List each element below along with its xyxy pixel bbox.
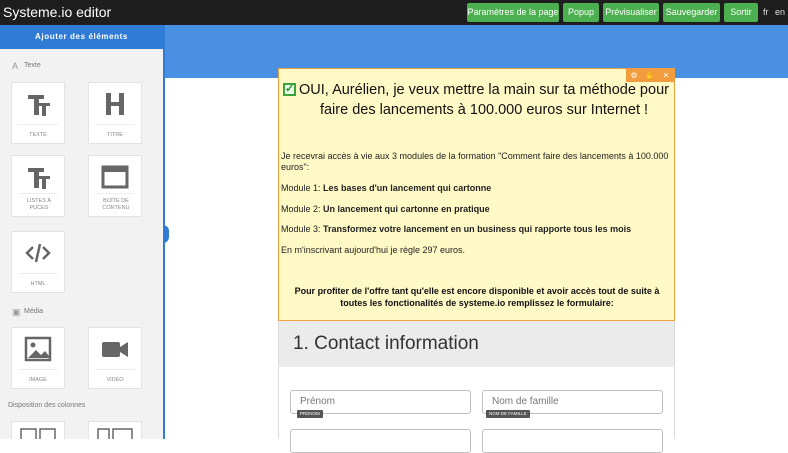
tile-image[interactable]: IMAGE: [11, 327, 65, 389]
text-style-icon: [12, 89, 64, 124]
checkbox-check-icon: ✓: [283, 83, 296, 96]
module-prefix: Module 1:: [281, 183, 321, 193]
section-columns: Disposition des colonnes: [0, 397, 163, 415]
optin-block[interactable]: ⚙ ✋ ✕ ✓ OUI, Aurélien, je veux mettre la…: [278, 68, 675, 321]
section-media: ▣ Média: [0, 303, 163, 321]
tile-boite[interactable]: BOÎTE DE CONTENU: [88, 155, 142, 217]
module-prefix: Module 3:: [281, 224, 321, 234]
tile-divider: [95, 369, 135, 370]
module-line: Module 3: Transformez votre lancement en…: [281, 224, 673, 235]
text-icon: A: [12, 61, 19, 71]
tile-divider: [18, 124, 58, 125]
contact-section-header: 1. Contact information: [278, 321, 675, 367]
content-box-icon: [89, 162, 141, 197]
app-title: Systeme.io editor: [3, 4, 112, 20]
module-title: Les bases d'un lancement qui cartonne: [323, 183, 492, 193]
tile-label: HTML: [30, 281, 46, 287]
tile-label: TEXTE: [29, 132, 47, 138]
module-title: Transformez votre lancement en un busine…: [323, 224, 632, 234]
tile-texte[interactable]: TEXTE: [11, 82, 65, 144]
module-title: Un lancement qui cartonne en pratique: [323, 204, 490, 214]
contact-form: Prénom PRÉNOM Nom de famille NOM DE FAMI…: [278, 367, 675, 453]
section-media-label: Média: [24, 308, 44, 315]
tile-listes[interactable]: LISTES À PUCES: [11, 155, 65, 217]
tile-label: LISTES À PUCES: [26, 198, 52, 211]
intro-text: Je recevrai accès à vie aux 3 modules de…: [281, 151, 669, 172]
section-columns-label: Disposition des colonnes: [8, 402, 86, 409]
tile-video[interactable]: VIDÉO: [88, 327, 142, 389]
tile-label: IMAGE: [29, 377, 47, 383]
phone-field[interactable]: [482, 429, 663, 453]
tile-divider: [95, 124, 135, 125]
columns-wide-icon: [89, 426, 141, 439]
picture-icon: [12, 334, 64, 369]
image-icon: ▣: [12, 307, 21, 317]
elements-sidebar: Ajouter des éléments A Texte TEXTE TITRE…: [0, 25, 165, 439]
tile-label: BOÎTE DE CONTENU: [102, 198, 130, 211]
tile-label: TITRE: [107, 132, 123, 138]
tile-divider: [18, 193, 58, 194]
tile-divider: [18, 273, 58, 274]
save-button[interactable]: Sauvegarder: [663, 3, 720, 22]
tile-columns-wide[interactable]: [88, 421, 142, 439]
two-columns-icon: [12, 426, 64, 439]
bullet-list-icon: [12, 162, 64, 197]
popup-button[interactable]: Popup: [563, 3, 599, 22]
tile-two-columns[interactable]: [11, 421, 65, 439]
email-field[interactable]: [290, 429, 471, 453]
tile-html[interactable]: HTML: [11, 231, 65, 293]
module-line: Module 2: Un lancement qui cartonne en p…: [281, 204, 673, 215]
video-camera-icon: [89, 334, 141, 369]
tile-label: VIDÉO: [106, 377, 124, 383]
sidebar-collapse-handle[interactable]: [163, 225, 169, 243]
heading-icon: [89, 89, 141, 124]
code-icon: [12, 238, 64, 273]
exit-button[interactable]: Sortir: [724, 3, 758, 22]
lang-fr-link[interactable]: fr: [763, 6, 769, 18]
module-prefix: Module 2:: [281, 204, 321, 214]
last-name-tag: NOM DE FAMILLE: [486, 410, 530, 418]
cta-text: Pour profiter de l'offre tant qu'elle es…: [294, 286, 660, 308]
tile-divider: [95, 193, 135, 194]
section-text-label: Texte: [24, 62, 41, 69]
section-text: A Texte: [0, 57, 163, 75]
contact-section-title: 1. Contact information: [293, 333, 479, 354]
price-text: En m'inscrivant aujourd'hui je règle 297…: [281, 245, 466, 255]
preview-button[interactable]: Prévisualiser: [603, 3, 659, 22]
lang-en-link[interactable]: en: [775, 6, 785, 18]
top-bar: Systeme.io editor Paramètres de la page …: [0, 0, 788, 25]
sidebar-title: Ajouter des éléments: [0, 25, 163, 49]
first-name-tag: PRÉNOM: [297, 410, 323, 418]
offer-headline: OUI, Aurélien, je veux mettre la main su…: [299, 82, 669, 118]
page-settings-button[interactable]: Paramètres de la page: [467, 3, 559, 22]
tile-titre[interactable]: TITRE: [88, 82, 142, 144]
tile-divider: [18, 369, 58, 370]
module-line: Module 1: Les bases d'un lancement qui c…: [281, 183, 673, 194]
